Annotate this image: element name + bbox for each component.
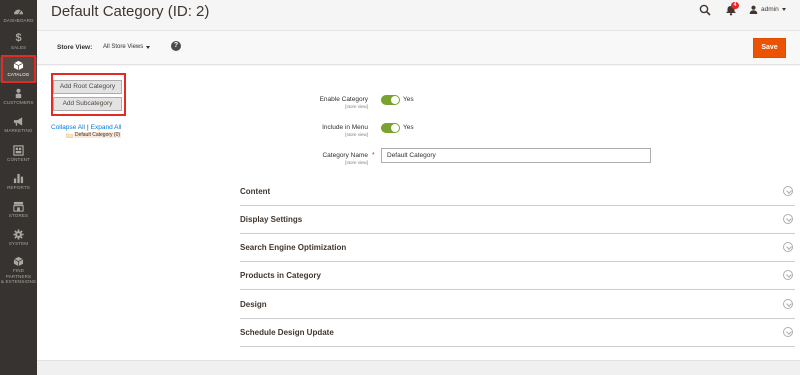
enable-category-value: Yes: [403, 96, 414, 103]
nav-label-reports: REPORTS: [7, 185, 30, 190]
megaphone-icon: [0, 116, 37, 127]
section-title: Schedule Design Update: [240, 328, 334, 337]
expand-all-link[interactable]: Expand All: [91, 124, 122, 131]
enable-category-toggle[interactable]: [381, 95, 400, 105]
toggle-knob: [391, 96, 399, 104]
include-in-menu-scope: [store view]: [345, 132, 368, 137]
expand-chevron-icon: [783, 299, 793, 309]
section-design[interactable]: Design: [240, 291, 795, 319]
category-tree-node[interactable]: Default Category (0): [66, 132, 122, 138]
nav-item-dashboard[interactable]: DASHBOARD: [0, 6, 37, 24]
search-icon[interactable]: [699, 3, 711, 16]
include-in-menu-toggle[interactable]: [381, 123, 400, 133]
store-view-selected: All Store Views: [103, 44, 144, 50]
toggle-knob: [391, 124, 399, 132]
chevron-down-icon: [781, 7, 786, 11]
nav-label-content: CONTENT: [7, 157, 30, 162]
section-title: Design: [240, 300, 267, 309]
nav-label-find-partners-2: & EXTENSIONS: [0, 279, 37, 284]
section-display-settings[interactable]: Display Settings: [240, 206, 795, 234]
gear-icon: [0, 229, 37, 240]
required-asterisk: *: [372, 152, 375, 159]
enable-category-scope: [store view]: [345, 104, 368, 109]
user-account-menu[interactable]: admin: [749, 3, 786, 15]
nav-label-dashboard: DASHBOARD: [3, 18, 34, 23]
store-view-label: Store View:: [57, 44, 93, 51]
save-button[interactable]: Save: [753, 38, 786, 58]
person-icon: [0, 88, 37, 99]
nav-label-sales: SALES: [10, 45, 27, 50]
store-view-bar: Store View: All Store Views ? Save: [37, 30, 800, 65]
page-title: Default Category (ID: 2): [51, 3, 210, 20]
chevron-down-icon: [146, 45, 151, 49]
nav-item-reports[interactable]: REPORTS: [0, 173, 37, 191]
category-name-input[interactable]: [381, 148, 651, 163]
section-title: Search Engine Optimization: [240, 243, 347, 252]
content-grid-icon: [0, 145, 37, 156]
storefront-icon: [0, 201, 37, 212]
notification-count-badge: 4: [731, 2, 739, 9]
dollar-icon: $: [15, 32, 22, 44]
nav-item-stores[interactable]: STORES: [0, 201, 37, 219]
user-icon: [749, 5, 758, 14]
section-content[interactable]: Content: [240, 178, 795, 206]
dashboard-icon: [0, 6, 37, 17]
help-icon[interactable]: ?: [171, 41, 181, 51]
nav-label-stores: STORES: [8, 213, 29, 218]
partners-cube-icon: [0, 256, 37, 267]
section-title: Products in Category: [240, 271, 321, 280]
add-subcategory-button[interactable]: Add Subcategory: [53, 97, 122, 111]
nav-label-marketing: MARKETING: [4, 128, 33, 133]
category-tree-node-label: Default Category (0): [74, 132, 122, 138]
tree-controls: Collapse All | Expand All: [51, 124, 121, 131]
user-name: admin: [761, 5, 779, 13]
nav-item-system[interactable]: SYSTEM: [0, 229, 37, 247]
expand-chevron-icon: [783, 186, 793, 196]
expand-chevron-icon: [783, 214, 793, 224]
category-name-scope: [store view]: [345, 160, 368, 165]
folder-icon: [66, 133, 73, 138]
section-schedule-design-update[interactable]: Schedule Design Update: [240, 319, 795, 347]
expand-chevron-icon: [783, 242, 793, 252]
nav-item-customers[interactable]: CUSTOMERS: [0, 88, 37, 106]
footer-strip: [37, 360, 800, 375]
nav-label-customers: CUSTOMERS: [3, 100, 34, 105]
bar-chart-icon: [0, 173, 37, 184]
section-title: Content: [240, 187, 271, 196]
store-view-switcher[interactable]: All Store Views: [103, 44, 151, 50]
expand-chevron-icon: [783, 327, 793, 337]
nav-item-find-partners[interactable]: FIND PARTNERS & EXTENSIONS: [0, 256, 37, 285]
nav-item-sales[interactable]: $ SALES: [0, 33, 37, 51]
add-root-category-button[interactable]: Add Root Category: [53, 80, 122, 94]
nav-item-marketing[interactable]: MARKETING: [0, 116, 37, 134]
section-seo[interactable]: Search Engine Optimization: [240, 234, 795, 262]
section-title: Display Settings: [240, 215, 303, 224]
enable-category-label: Enable Category: [319, 96, 368, 103]
tree-controls-separator: |: [86, 124, 89, 131]
nav-label-system: SYSTEM: [8, 241, 29, 246]
category-name-label: Category Name: [322, 152, 368, 159]
section-products-in-category[interactable]: Products in Category: [240, 262, 795, 290]
nav-item-content[interactable]: CONTENT: [0, 145, 37, 163]
collapse-all-link[interactable]: Collapse All: [51, 124, 85, 131]
nav-label-find-partners: FIND PARTNERS: [5, 268, 32, 279]
include-in-menu-label: Include in Menu: [322, 124, 368, 131]
admin-sidebar: DASHBOARD $ SALES CATALOG CUSTOMERS MARK…: [0, 0, 37, 375]
catalog-highlight-box: [1, 55, 36, 83]
expand-chevron-icon: [783, 270, 793, 280]
include-in-menu-value: Yes: [403, 124, 414, 131]
